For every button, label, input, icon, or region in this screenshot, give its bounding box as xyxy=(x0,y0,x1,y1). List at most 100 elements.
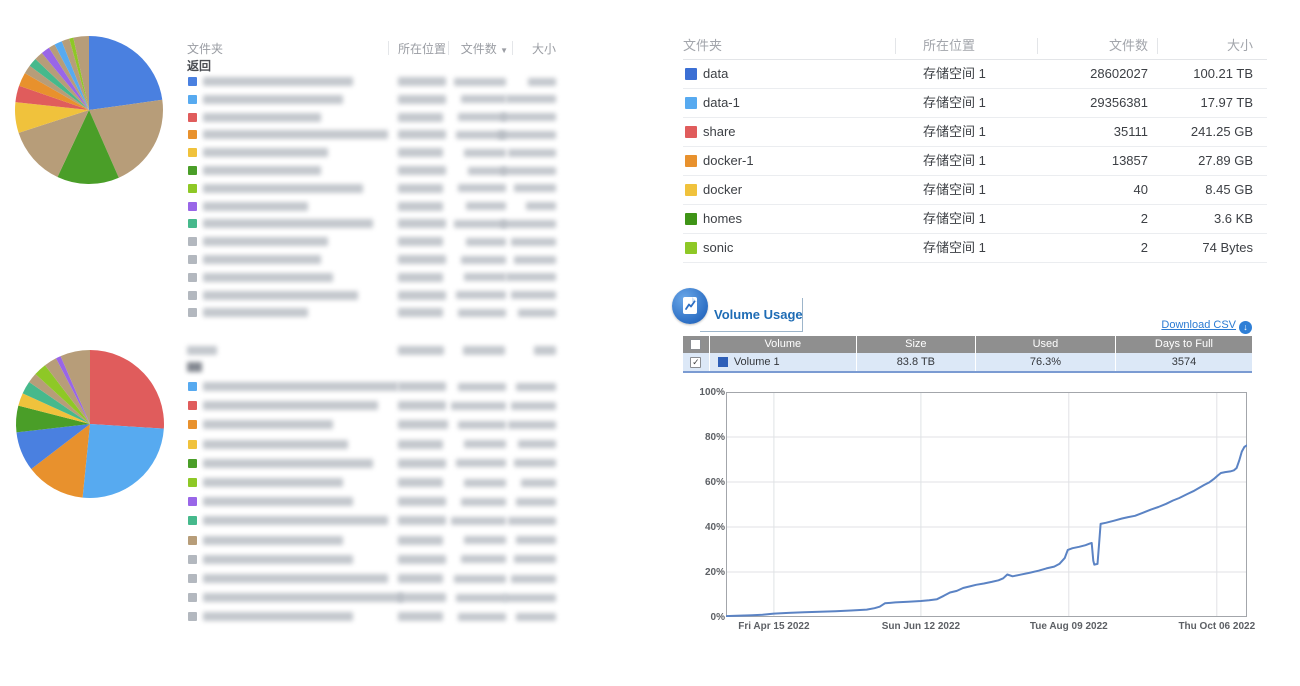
redacted-text xyxy=(451,517,506,525)
folder-row[interactable] xyxy=(187,570,560,589)
volume-usage-title: Volume Usage xyxy=(714,307,803,322)
redacted-text xyxy=(534,346,556,355)
folder-color-square xyxy=(188,574,197,583)
folder-row[interactable] xyxy=(187,180,560,198)
redacted-text xyxy=(514,555,556,563)
folder-row[interactable] xyxy=(187,493,560,512)
folder-row[interactable] xyxy=(187,512,560,531)
report-header-folder: 文件夹 xyxy=(683,34,722,58)
redacted-text xyxy=(466,202,506,210)
folder-row[interactable] xyxy=(187,251,560,269)
folder-color-square xyxy=(188,237,197,246)
redacted-text xyxy=(398,166,446,175)
folder-row[interactable] xyxy=(187,436,560,455)
redacted-text xyxy=(187,346,217,355)
folder-row[interactable] xyxy=(187,233,560,251)
folder-row[interactable] xyxy=(187,589,560,608)
redacted-text xyxy=(398,536,443,545)
folder-row[interactable] xyxy=(187,532,560,551)
header-checkbox-cell[interactable] xyxy=(683,336,710,353)
folder-row[interactable] xyxy=(187,397,560,416)
redacted-text xyxy=(398,574,443,583)
redacted-text xyxy=(203,237,328,246)
folder-color-square xyxy=(188,593,197,602)
header-size: Size xyxy=(857,336,976,353)
volume-table-header: Volume Size Used Days to Full xyxy=(683,336,1252,353)
redacted-text xyxy=(451,402,506,410)
redacted-text xyxy=(508,149,556,157)
redacted-text xyxy=(514,184,556,192)
column-header-size[interactable]: 大小 xyxy=(476,40,556,57)
report-folder-row[interactable]: docker-1存储空间 11385727.89 GB xyxy=(683,147,1267,176)
redacted-text xyxy=(514,459,556,467)
report-folder-row[interactable]: data-1存储空间 12935638117.97 TB xyxy=(683,89,1267,118)
volume-table-row[interactable]: ✓ Volume 1 83.8 TB 76.3% 3574 xyxy=(683,353,1252,373)
folder-row[interactable] xyxy=(187,378,560,397)
redacted-text xyxy=(203,308,308,317)
x-axis-tick: Tue Aug 09 2022 xyxy=(1014,621,1124,632)
y-axis-tick: 100% xyxy=(698,387,725,398)
report-folder-row[interactable]: homes存储空间 123.6 KB xyxy=(683,205,1267,234)
folder-table-bottom-header-redacted xyxy=(187,344,560,358)
folder-row[interactable] xyxy=(187,551,560,570)
redacted-text xyxy=(518,309,556,317)
redacted-text xyxy=(463,346,505,355)
redacted-text xyxy=(456,594,506,602)
redacted-text xyxy=(203,255,321,264)
report-folder-row[interactable]: sonic存储空间 1274 Bytes xyxy=(683,234,1267,263)
redacted-text xyxy=(203,219,373,228)
folder-row[interactable] xyxy=(187,162,560,180)
header-volume: Volume xyxy=(710,336,857,353)
cell-volume: Volume 1 xyxy=(710,353,857,371)
report-folder-row[interactable]: data存储空间 128602027100.21 TB xyxy=(683,60,1267,89)
report-folder-row[interactable]: share存储空间 135111241.25 GB xyxy=(683,118,1267,147)
redacted-text xyxy=(526,202,556,210)
pie-slice[interactable] xyxy=(89,36,162,110)
report-folder-row[interactable]: docker存储空间 1408.45 GB xyxy=(683,176,1267,205)
x-axis-tick: Thu Oct 06 2022 xyxy=(1162,621,1272,632)
redacted-text xyxy=(203,440,348,449)
folder-row[interactable] xyxy=(187,109,560,127)
folder-color-square xyxy=(188,166,197,175)
folder-row[interactable] xyxy=(187,91,560,109)
redacted-text xyxy=(514,256,556,264)
folder-row[interactable] xyxy=(187,474,560,493)
column-header-folder[interactable]: 文件夹 xyxy=(187,40,223,57)
cell-filecount: 2 xyxy=(1037,205,1148,233)
redacted-text xyxy=(464,273,506,281)
folder-row[interactable] xyxy=(187,287,560,305)
redacted-text xyxy=(516,613,556,621)
folder-row[interactable] xyxy=(187,126,560,144)
folder-color-square xyxy=(188,308,197,317)
redacted-text xyxy=(464,479,506,487)
folder-row[interactable] xyxy=(187,198,560,216)
redacted-text xyxy=(461,95,506,103)
cell-size: 17.97 TB xyxy=(1157,89,1253,117)
redacted-text xyxy=(398,113,443,122)
cell-location: 存储空间 1 xyxy=(923,89,986,117)
back-link[interactable]: 返回 xyxy=(187,57,211,74)
folder-row[interactable] xyxy=(187,416,560,435)
redacted-text xyxy=(398,202,443,211)
folder-row[interactable] xyxy=(187,73,560,91)
redacted-text xyxy=(398,382,446,391)
folder-row[interactable] xyxy=(187,304,560,322)
folder-row[interactable] xyxy=(187,608,560,627)
folder-row[interactable] xyxy=(187,144,560,162)
folder-row[interactable] xyxy=(187,215,560,233)
redacted-text xyxy=(458,421,506,429)
row-checkbox-cell[interactable]: ✓ xyxy=(683,353,710,371)
redacted-text xyxy=(458,309,506,317)
volume1-checkbox: ✓ xyxy=(690,357,701,368)
redacted-text xyxy=(454,220,506,228)
y-axis-tick: 20% xyxy=(698,567,725,578)
download-csv-link[interactable]: Download CSV↓ xyxy=(1100,319,1252,334)
redacted-text xyxy=(461,498,506,506)
folder-row[interactable] xyxy=(187,269,560,287)
pie-slice[interactable] xyxy=(83,424,164,498)
cell-folder-name: docker-1 xyxy=(703,147,754,175)
pie-slice[interactable] xyxy=(90,350,164,429)
redacted-text xyxy=(398,130,446,139)
folder-row[interactable] xyxy=(187,455,560,474)
redacted-text xyxy=(511,402,556,410)
